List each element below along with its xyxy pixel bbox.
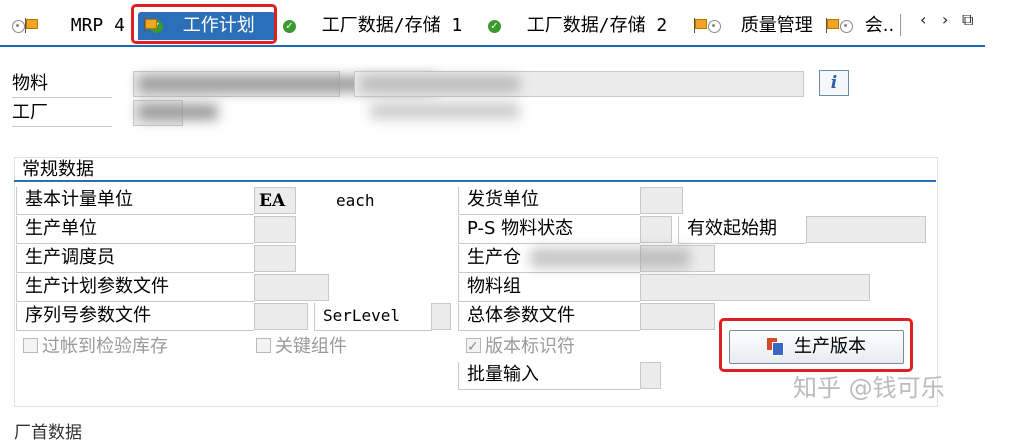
next-section-title: 厂首数据 [14,423,82,443]
batch-entry-label: 批量输入 [458,362,640,390]
production-unit-input[interactable] [254,216,296,243]
tab-list-menu-icon[interactable]: ⧉ [962,10,973,30]
tab-accounting[interactable]: 会.. [826,12,896,40]
version-indicator-label: 版本标识符 [485,336,575,357]
issue-unit-label: 发货单位 [458,187,640,215]
flag-icon [694,18,708,34]
ps-material-status-input[interactable] [640,216,672,243]
check-icon: ✓ [283,19,296,33]
watermark: 知乎 @钱可乐 [793,374,945,402]
ring-icon [12,19,25,33]
plant-description-redacted [370,103,520,119]
base-unit-text: each [336,191,375,210]
tab-label: 工厂数据/存储 2 [526,15,668,36]
version-indicator-checkbox[interactable]: 版本标识符 [466,334,575,360]
material-group-label: 物料组 [458,274,640,302]
production-profile-label: 生产计划参数文件 [16,274,254,302]
valid-from-input[interactable] [806,216,926,243]
tab-highlight-box [131,4,277,44]
critical-part-checkbox[interactable]: 关键组件 [256,334,347,360]
serial-number-profile-input[interactable] [254,303,308,330]
post-to-inspection-label: 过帐到检验库存 [42,336,168,357]
serlevel-input[interactable] [431,303,451,330]
serlevel-label: SerLevel [314,303,432,331]
checkbox-box [23,338,38,353]
batch-entry-input[interactable] [640,362,661,389]
tab-plant-data-storage-2[interactable]: ✓ 工厂数据/存储 2 [488,12,667,40]
base-unit-label: 基本计量单位 [16,187,254,215]
tab-prev-button[interactable]: ‹ [920,10,926,29]
ring-icon [708,19,721,33]
tab-label: 质量管理 [740,15,813,36]
group-title-underline [14,180,936,182]
production-unit-label: 生产单位 [16,216,254,244]
material-group-input[interactable] [640,274,870,301]
checkbox-box [466,334,481,360]
flag-icon [826,18,840,34]
flag-icon [25,18,39,34]
base-unit-value: EA [259,191,286,211]
plant-label: 工厂 [12,101,112,127]
tab-underline [0,45,985,47]
button-highlight-box [719,318,913,372]
general-data-title: 常规数据 [22,159,94,180]
base-unit-input[interactable]: EA [254,187,296,214]
valid-from-label: 有效起始期 [678,216,806,244]
checkbox-box [256,338,271,353]
serial-number-profile-label: 序列号参数文件 [16,303,254,331]
plant-number-redacted [138,104,218,120]
material-description-redacted [360,76,520,92]
tab-next-button[interactable]: › [942,10,948,29]
tab-label: MRP 4 [70,15,125,36]
tab-mrp4[interactable]: MRP 4 [12,12,125,40]
tab-quality-management[interactable]: 质量管理 [694,12,813,40]
overall-profile-label: 总体参数文件 [458,303,640,331]
tab-plant-data-storage-1[interactable]: ✓ 工厂数据/存储 1 [283,12,462,40]
production-scheduler-label: 生产调度员 [16,245,254,273]
production-storage-redacted [530,248,690,268]
tab-label: 工厂数据/存储 1 [321,15,463,36]
ring-icon [840,19,853,33]
tab-label: 会.. [864,15,895,36]
ps-material-status-label: P-S 物料状态 [458,216,640,244]
info-button[interactable]: i [819,70,849,96]
issue-unit-input[interactable] [640,187,683,214]
overall-profile-input[interactable] [640,303,715,330]
production-scheduler-input[interactable] [254,245,296,272]
critical-part-label: 关键组件 [275,336,347,357]
production-profile-input[interactable] [254,274,329,301]
post-to-inspection-checkbox[interactable]: 过帐到检验库存 [23,334,168,360]
material-label: 物料 [12,72,112,98]
tab-divider [900,14,901,36]
check-icon: ✓ [488,19,501,33]
